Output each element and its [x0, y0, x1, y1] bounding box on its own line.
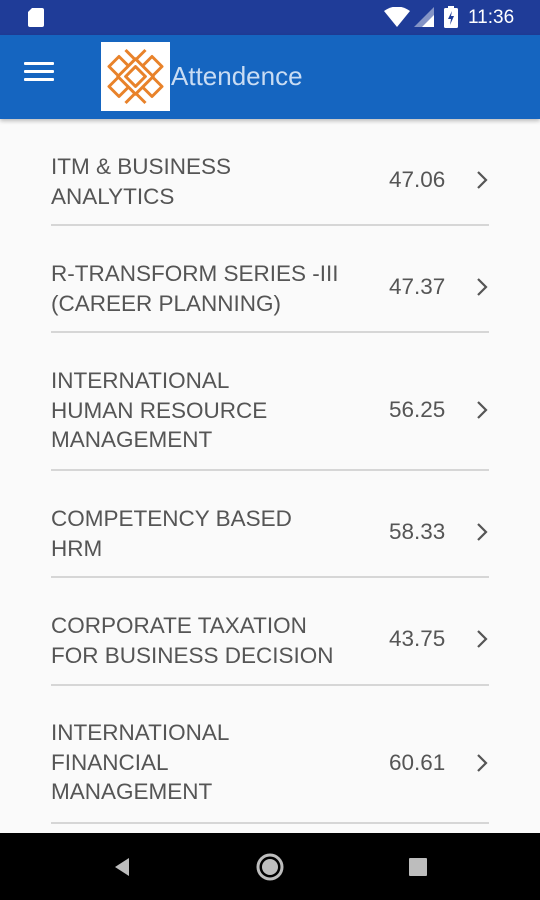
wifi-icon [384, 7, 410, 27]
subject-name: CORPORATE TAXATION FOR BUSINESS DECISION [51, 613, 334, 668]
chevron-right-icon [477, 523, 488, 541]
chevron-right-icon [477, 171, 488, 189]
subject-name: R-TRANSFORM SERIES -III (CAREER PLANNING… [51, 261, 339, 316]
attendance-percentage: 47.37 [389, 274, 446, 299]
list-item[interactable]: CORPORATE TAXATION FOR BUSINESS DECISION… [51, 578, 489, 686]
attendance-percentage: 58.33 [389, 519, 446, 544]
chevron-right-icon [477, 278, 488, 296]
home-icon[interactable] [256, 853, 284, 881]
app-bar: Attendence [0, 35, 540, 119]
back-icon[interactable] [112, 856, 132, 878]
battery-charging-icon [444, 6, 458, 28]
signal-icon [414, 7, 434, 27]
chevron-right-icon [477, 754, 488, 772]
navigation-bar [0, 833, 540, 900]
attendance-list: ITM & BUSINESS ANALYTICS 47.06 R-TRANSFO… [0, 119, 540, 833]
recent-apps-icon[interactable] [409, 858, 427, 876]
app-logo [101, 42, 170, 111]
subject-name: ITM & BUSINESS ANALYTICS [51, 154, 232, 209]
page-title: Attendence [171, 61, 303, 91]
subject-name: COMPETENCY BASED HRM [51, 506, 292, 561]
subject-name: INTERNATIONAL FINANCIAL MANAGEMENT [51, 720, 230, 804]
list-item[interactable]: INTERNATIONAL HUMAN RESOURCE MANAGEMENT … [51, 333, 489, 471]
list-item[interactable]: INTERNATIONAL FINANCIAL MANAGEMENT 60.61 [51, 686, 489, 824]
chevron-right-icon [477, 401, 488, 419]
endless-knot-logo-icon [107, 48, 164, 105]
clock: 11:36 [468, 7, 515, 28]
attendance-percentage: 60.61 [389, 750, 446, 775]
attendance-percentage: 56.25 [389, 397, 446, 422]
attendance-percentage: 43.75 [389, 626, 446, 651]
subject-name: INTERNATIONAL HUMAN RESOURCE MANAGEMENT [51, 368, 268, 452]
status-bar: 11:36 [0, 0, 540, 35]
list-item[interactable]: ITM & BUSINESS ANALYTICS 47.06 [51, 119, 489, 226]
list-item[interactable]: COMPETENCY BASED HRM 58.33 [51, 471, 489, 578]
chevron-right-icon [477, 630, 488, 648]
attendance-percentage: 47.06 [389, 167, 446, 192]
menu-icon[interactable] [24, 62, 54, 86]
sd-card-icon [28, 8, 44, 27]
list-item[interactable]: R-TRANSFORM SERIES -III (CAREER PLANNING… [51, 226, 489, 333]
